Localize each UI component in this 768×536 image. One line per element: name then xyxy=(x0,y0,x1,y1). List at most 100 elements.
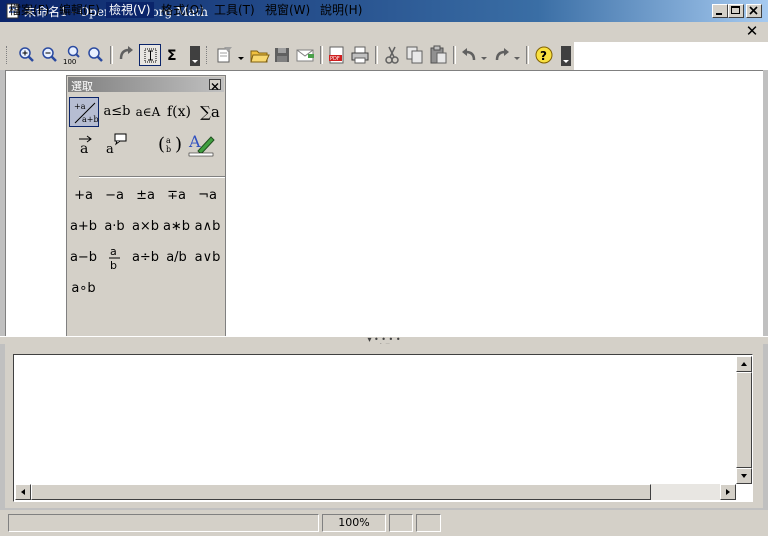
symbol-a-and-b[interactable]: a∧b xyxy=(192,216,223,238)
symbol-fraction[interactable]: a b xyxy=(99,244,130,272)
minimize-button[interactable] xyxy=(712,4,728,18)
toolbar-grip[interactable] xyxy=(6,46,10,64)
paste-icon[interactable] xyxy=(427,44,449,66)
category-functions[interactable]: f(x) xyxy=(164,97,194,127)
symbol-minusplus-a[interactable]: ∓a xyxy=(161,185,192,207)
cut-icon[interactable] xyxy=(381,44,403,66)
menu-bar xyxy=(0,22,768,42)
svg-text:a: a xyxy=(80,141,88,157)
symbol-a-div-b[interactable]: a÷b xyxy=(130,247,161,269)
maximize-button[interactable] xyxy=(728,4,744,18)
menu-format[interactable]: 格式(O) xyxy=(158,2,207,18)
menu-window[interactable]: 視窗(W) xyxy=(262,2,313,18)
menu-help[interactable]: 說明(H) xyxy=(317,2,365,18)
open-folder-icon[interactable] xyxy=(248,44,270,66)
toolbar-separator-2 xyxy=(320,46,323,64)
toolbar-empty-area xyxy=(574,42,768,70)
symbol-a-minus-b[interactable]: a−b xyxy=(68,247,99,269)
symbol-a-ast-b[interactable]: a∗b xyxy=(161,216,192,238)
selection-window-close-icon[interactable] xyxy=(209,79,221,90)
category-set-operations[interactable]: a∈A xyxy=(133,97,163,127)
category-others[interactable]: a xyxy=(102,129,132,159)
selection-window-titlebar[interactable]: 選取 xyxy=(68,77,224,93)
redo-icon[interactable] xyxy=(491,44,513,66)
new-document-icon[interactable] xyxy=(214,44,236,66)
toolbar-grip-2[interactable] xyxy=(206,46,210,64)
toolbar-separator-5 xyxy=(526,46,529,64)
menu-file[interactable]: 檔案(F) xyxy=(6,2,52,18)
svg-text:b: b xyxy=(166,145,171,154)
functions-label: f(x) xyxy=(166,104,191,120)
selection-window-title: 選取 xyxy=(71,80,93,93)
scroll-right-button[interactable] xyxy=(720,484,736,500)
help-icon[interactable]: ? xyxy=(533,44,555,66)
unary-binary-icon: +a a+b xyxy=(74,102,99,124)
symbol-a-times-b[interactable]: a×b xyxy=(130,216,161,238)
zoom-out-icon[interactable] xyxy=(38,44,60,66)
category-operators[interactable]: ∑a xyxy=(195,97,225,127)
category-unary-binary[interactable]: +a a+b xyxy=(69,97,99,127)
symbol-a-plus-b[interactable]: a+b xyxy=(68,216,99,238)
show-all-icon[interactable] xyxy=(84,44,106,66)
menu-view[interactable]: 檢視(V) xyxy=(106,2,154,18)
undo-dropdown-icon[interactable] xyxy=(480,52,488,60)
category-formats[interactable]: A xyxy=(186,129,216,159)
symbols-icon[interactable]: Σ xyxy=(162,44,184,66)
fraction-denominator: b xyxy=(110,259,117,272)
symbol-a-slash-b[interactable]: a/b xyxy=(161,247,192,269)
zoom-100-label: 100 xyxy=(63,58,76,66)
export-pdf-icon[interactable]: PDF xyxy=(326,44,348,66)
toolbar-overflow-icon-2[interactable] xyxy=(561,46,571,66)
category-attributes[interactable]: a xyxy=(71,129,101,159)
symbol-minus-a[interactable]: −a xyxy=(99,185,130,207)
category-brackets[interactable]: ( ) a b xyxy=(155,129,185,159)
scroll-up-button[interactable] xyxy=(736,356,752,372)
vertical-scroll-thumb[interactable] xyxy=(736,372,752,468)
status-zoom[interactable]: 100% xyxy=(322,514,386,532)
redo-dropdown-icon[interactable] xyxy=(513,52,521,60)
symbol-a-or-b[interactable]: a∨b xyxy=(192,247,223,269)
email-icon[interactable] xyxy=(294,44,316,66)
category-relations[interactable]: a≤b xyxy=(102,97,132,127)
svg-text:a: a xyxy=(166,136,171,145)
save-icon[interactable] xyxy=(271,44,293,66)
formula-cursor-icon[interactable] xyxy=(139,44,161,66)
toolbar-separator-3 xyxy=(375,46,378,64)
zoom-100-icon[interactable]: 100 xyxy=(61,44,83,66)
format-pen-icon: A xyxy=(188,132,215,157)
menu-edit[interactable]: 編輯(E) xyxy=(56,2,103,18)
vector-attribute-icon: a xyxy=(79,135,92,157)
svg-text:a: a xyxy=(106,142,114,157)
print-icon[interactable] xyxy=(349,44,371,66)
brackets-icon: ( ) a b xyxy=(158,134,182,155)
symbol-a-cdot-b[interactable]: a·b xyxy=(99,216,130,238)
status-message-panel xyxy=(8,514,319,532)
selection-window: 選取 +a a+b a≤b a∈A f(x) ∑a a a () a b A … xyxy=(66,75,226,341)
symbol-a-circ-b[interactable]: a∘b xyxy=(68,278,99,300)
scroll-left-button[interactable] xyxy=(15,484,31,500)
toolbar-overflow-icon[interactable] xyxy=(190,46,200,66)
svg-text:+a: +a xyxy=(74,102,86,111)
operators-label: ∑a xyxy=(200,103,220,121)
symbol-plusminus-a[interactable]: ±a xyxy=(130,185,161,207)
undo-icon[interactable] xyxy=(458,44,480,66)
scroll-down-button[interactable] xyxy=(736,468,752,484)
close-button[interactable] xyxy=(746,4,762,18)
symbol-plus-a[interactable]: +a xyxy=(68,185,99,207)
update-icon[interactable] xyxy=(116,44,138,66)
copy-icon[interactable] xyxy=(404,44,426,66)
document-close-icon[interactable]: ✕ xyxy=(745,23,759,39)
relations-label: a≤b xyxy=(103,104,131,119)
horizontal-scroll-thumb[interactable] xyxy=(31,484,651,500)
set-ops-label: a∈A xyxy=(135,105,161,119)
fraction-icon: a b xyxy=(109,245,120,272)
menu-tools[interactable]: 工具(T) xyxy=(211,2,258,18)
new-dropdown-icon[interactable] xyxy=(237,52,245,60)
splitter-grip-icon[interactable]: ▾ • • • • • ▾ xyxy=(364,336,404,350)
zoom-in-icon[interactable] xyxy=(15,44,37,66)
svg-text:Σ: Σ xyxy=(167,48,177,64)
symbol-not-a[interactable]: ¬a xyxy=(192,185,223,207)
toolbar-separator xyxy=(110,46,113,64)
svg-text:a+b: a+b xyxy=(82,115,99,124)
command-editor[interactable] xyxy=(13,354,753,502)
